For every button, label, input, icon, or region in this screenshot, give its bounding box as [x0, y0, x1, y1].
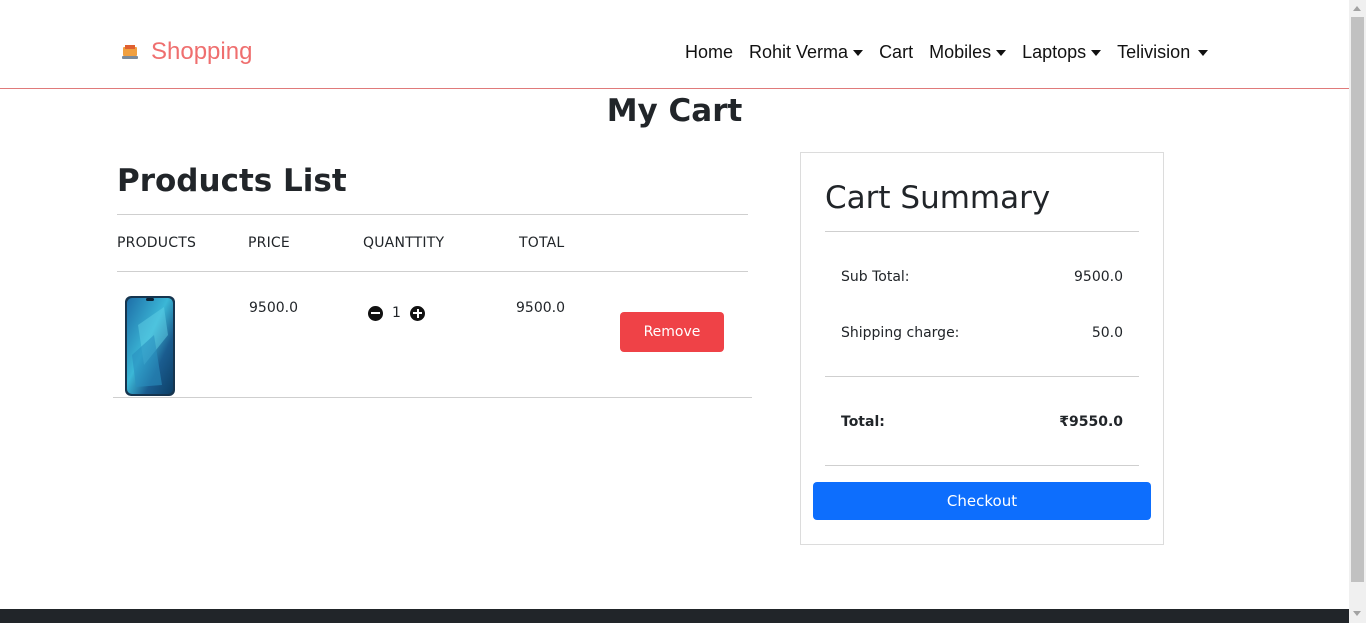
navbar: Shopping Home Rohit Verma Cart Mobiles L… [0, 0, 1349, 89]
subtotal-row: Sub Total: 9500.0 [841, 269, 1123, 285]
products-divider-header [117, 271, 748, 272]
total-value: ₹9550.0 [1059, 414, 1123, 430]
item-price: 9500.0 [249, 300, 298, 316]
page-title: My Cart [606, 93, 743, 129]
page: Shopping Home Rohit Verma Cart Mobiles L… [0, 0, 1349, 623]
quantity-value: 1 [392, 305, 401, 321]
shipping-row: Shipping charge: 50.0 [841, 325, 1123, 341]
cart-summary-title: Cart Summary [825, 180, 1051, 216]
products-divider-bottom [113, 397, 752, 398]
nav-cart[interactable]: Cart [879, 42, 913, 63]
nav-menu: Home Rohit Verma Cart Mobiles Laptops Te… [685, 40, 1209, 64]
subtotal-value: 9500.0 [1074, 269, 1123, 285]
footer [0, 609, 1349, 623]
products-divider-top [117, 214, 748, 215]
checkout-button[interactable]: Checkout [813, 482, 1151, 520]
cart-summary-card: Cart Summary Sub Total: 9500.0 Shipping … [800, 152, 1164, 545]
nav-mobiles-label: Mobiles [929, 41, 992, 62]
summary-divider-bottom [825, 465, 1139, 466]
total-row: Total: ₹9550.0 [841, 414, 1123, 430]
nav-user-dropdown[interactable]: Rohit Verma [749, 41, 864, 63]
product-phone-image [125, 296, 175, 396]
brand-link[interactable]: Shopping [119, 38, 252, 66]
nav-user-label: Rohit Verma [749, 41, 849, 62]
nav-home[interactable]: Home [685, 42, 733, 63]
nav-mobiles-dropdown[interactable]: Mobiles [929, 41, 1007, 63]
header-total: TOTAL [519, 235, 565, 251]
nav-television-dropdown[interactable]: Telivision [1117, 41, 1209, 63]
header-price: PRICE [248, 235, 290, 251]
header-products: PRODUCTS [117, 235, 197, 251]
summary-divider-top [825, 231, 1139, 232]
nav-home-label: Home [685, 41, 734, 62]
scroll-up-icon[interactable] [1353, 6, 1361, 11]
caret-down-icon [1198, 50, 1209, 56]
item-total: 9500.0 [516, 300, 565, 316]
quantity-stepper: 1 [368, 305, 425, 321]
caret-down-icon [1091, 50, 1102, 56]
shipping-value: 50.0 [1091, 325, 1123, 341]
minus-circle-icon[interactable] [368, 305, 383, 321]
nav-laptops-dropdown[interactable]: Laptops [1022, 41, 1102, 63]
summary-divider-middle [825, 376, 1139, 377]
header-quantity: QUANTTITY [363, 235, 445, 251]
nav-cart-label: Cart [879, 41, 914, 62]
caret-down-icon [853, 50, 864, 56]
shipping-label: Shipping charge: [841, 325, 960, 341]
plus-circle-icon[interactable] [410, 305, 425, 321]
scrollbar-thumb[interactable] [1351, 17, 1364, 582]
nav-laptops-label: Laptops [1022, 41, 1087, 62]
caret-down-icon [996, 50, 1007, 56]
scroll-down-icon[interactable] [1353, 611, 1361, 616]
brand-name: Shopping [151, 38, 253, 65]
shopping-logo-icon [122, 45, 138, 59]
products-list-title: Products List [117, 163, 347, 199]
total-label: Total: [841, 414, 885, 430]
nav-television-label: Telivision [1117, 41, 1191, 62]
vertical-scrollbar[interactable] [1349, 0, 1366, 623]
remove-button[interactable]: Remove [620, 312, 724, 352]
subtotal-label: Sub Total: [841, 269, 910, 285]
